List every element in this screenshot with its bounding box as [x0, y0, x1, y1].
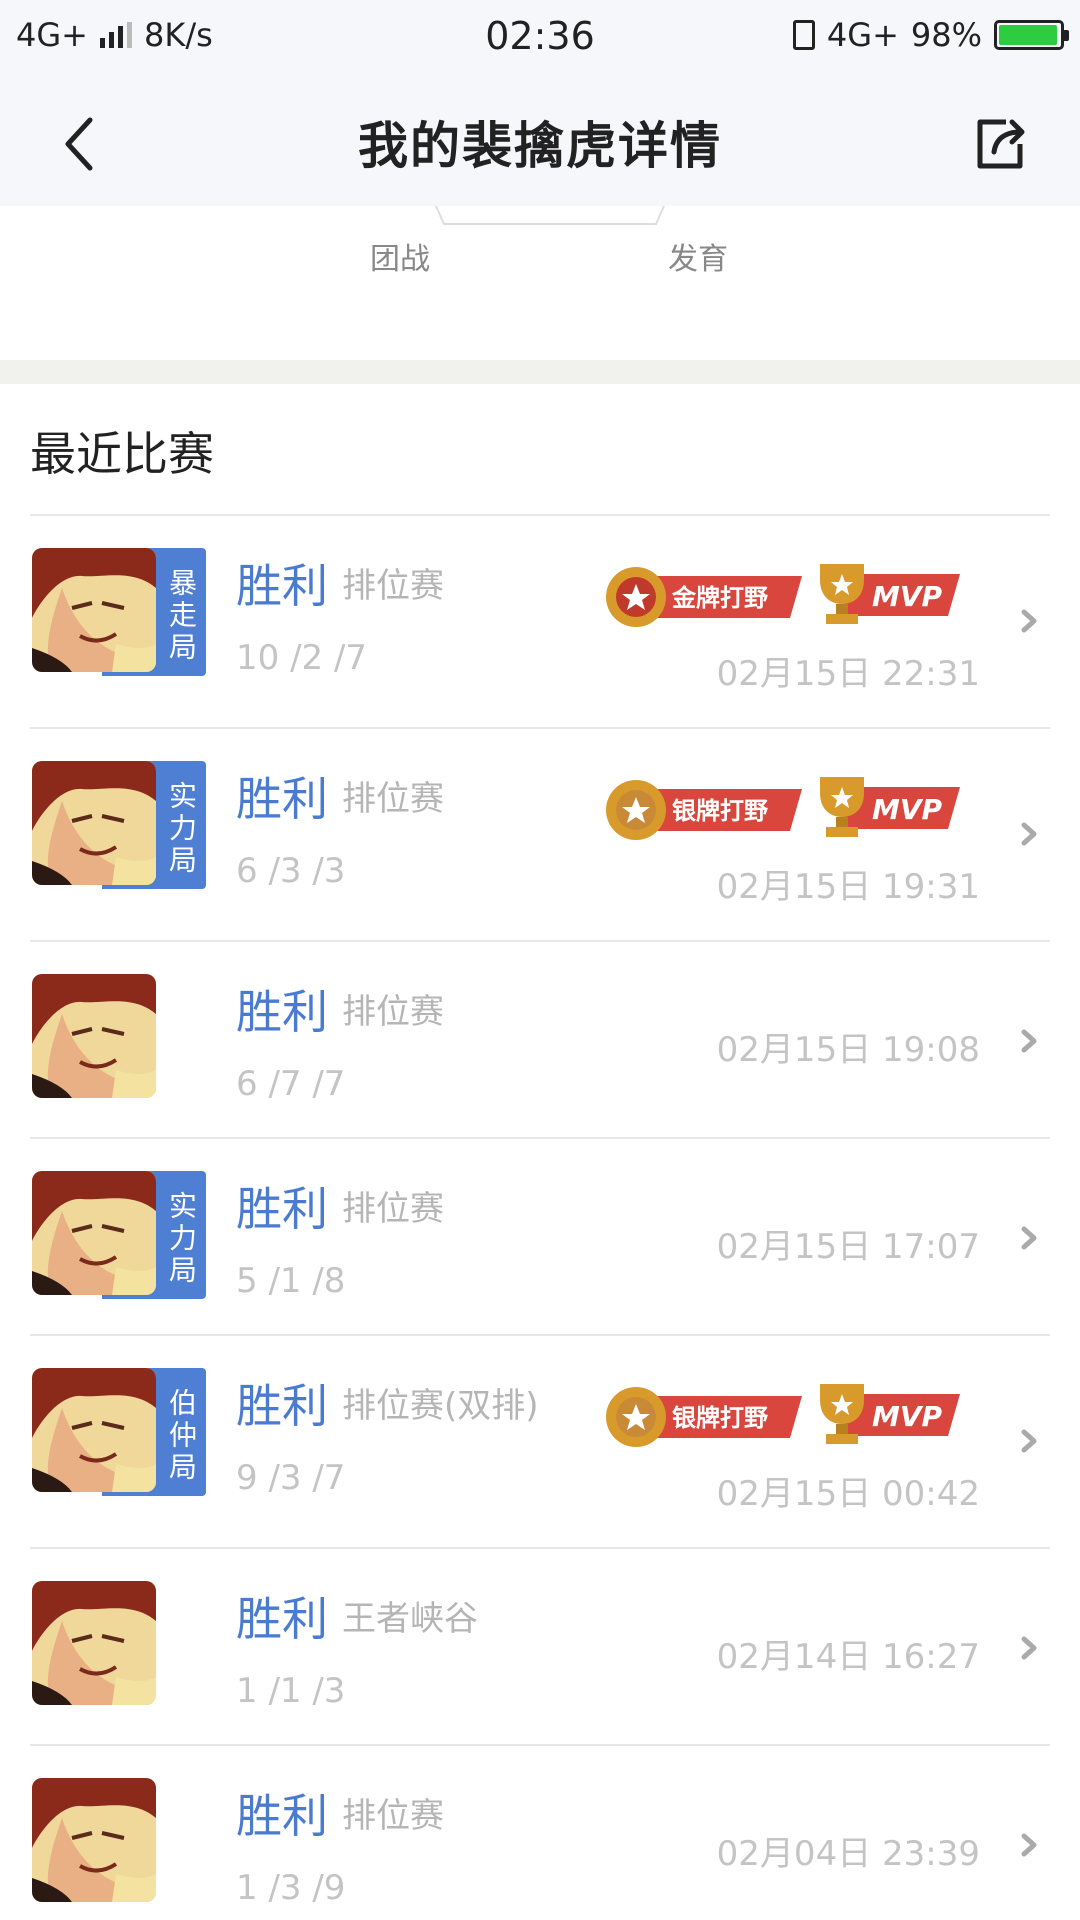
chevron-right-icon: [1021, 1226, 1037, 1250]
match-row[interactable]: 暴走局 胜利 排位赛 10 /2 /7 金牌打野 MVP 02月15日 22:3…: [30, 516, 1050, 729]
chevron-right-icon: [1021, 822, 1037, 846]
match-kda: 1 /3 /9: [236, 1868, 346, 1908]
match-row[interactable]: 实力局 胜利 排位赛 5 /1 /8 02月15日 17:07: [30, 1139, 1050, 1336]
match-result: 胜利: [236, 985, 328, 1039]
jungle-badge-label: 银牌打野: [672, 1404, 768, 1432]
match-mode: 排位赛: [342, 566, 444, 606]
silver-jungle-badge: 银牌打野: [606, 1387, 802, 1447]
match-row[interactable]: 实力局 胜利 排位赛 6 /3 /3 银牌打野 MVP 02月15日 19:31: [30, 729, 1050, 942]
mvp-badge: MVP: [820, 564, 960, 624]
match-mode: 排位赛(双排): [342, 1386, 539, 1426]
mvp-label: MVP: [872, 1400, 943, 1433]
radar-chart-area: 团战 发育: [0, 206, 1080, 360]
chevron-right-icon: [1021, 609, 1037, 633]
mvp-badge: MVP: [820, 1384, 960, 1444]
status-bar: 4G+ 8K/s 02:36 4G+ 98%: [0, 0, 1080, 76]
match-mode: 排位赛: [342, 1796, 444, 1836]
gold-jungle-badge: 金牌打野: [606, 567, 802, 627]
chevron-right-icon: [1021, 1429, 1037, 1453]
match-result: 胜利: [236, 772, 328, 826]
jungle-badge-label: 金牌打野: [671, 584, 768, 612]
hero-avatar: [32, 548, 156, 672]
match-tag: 伯仲局: [156, 1368, 206, 1496]
match-tag: 实力局: [156, 761, 206, 889]
match-mode: 排位赛: [342, 1189, 444, 1229]
hero-avatar: [32, 1581, 156, 1705]
battery-icon: [994, 20, 1069, 50]
match-date: 02月15日 19:31: [716, 867, 980, 907]
page-title: 我的裴擒虎详情: [358, 117, 722, 175]
match-kda: 6 /3 /3: [236, 851, 346, 891]
radar-chart-edge: [435, 206, 665, 225]
match-result: 胜利: [236, 1182, 328, 1236]
chevron-right-icon: [1021, 1833, 1037, 1857]
match-date: 02月14日 16:27: [716, 1637, 980, 1677]
match-tag: 暴走局: [156, 548, 206, 676]
mvp-label: MVP: [872, 793, 943, 826]
match-mode: 王者峡谷: [342, 1599, 478, 1639]
radar-label-farming: 发育: [668, 242, 728, 277]
section-title: 最近比赛: [30, 427, 214, 481]
match-date: 02月15日 17:07: [716, 1227, 980, 1267]
match-kda: 10 /2 /7: [236, 638, 368, 678]
nav-bar: 我的裴擒虎详情: [0, 76, 1080, 206]
match-result: 胜利: [236, 1592, 328, 1646]
silver-jungle-badge: 银牌打野: [606, 780, 802, 840]
radar-label-teamfight: 团战: [370, 242, 430, 277]
chevron-right-icon: [1021, 1029, 1037, 1053]
hero-avatar: [32, 1368, 156, 1492]
match-row[interactable]: 胜利 排位赛 6 /7 /7 02月15日 19:08: [30, 942, 1050, 1139]
section-divider: [0, 360, 1080, 384]
match-date: 02月15日 19:08: [716, 1030, 980, 1070]
match-row[interactable]: 胜利 排位赛 1 /3 /9 02月04日 23:39: [30, 1746, 1050, 1920]
match-kda: 1 /1 /3: [236, 1671, 346, 1711]
battery-label: 98%: [910, 16, 982, 54]
hero-avatar: [32, 974, 156, 1098]
match-kda: 6 /7 /7: [236, 1064, 346, 1104]
match-result: 胜利: [236, 559, 328, 613]
status-right: 4G+ 98%: [792, 16, 1069, 54]
vibrate-icon: [792, 20, 815, 50]
hero-avatar: [32, 1171, 156, 1295]
match-row[interactable]: 伯仲局 胜利 排位赛(双排) 9 /3 /7 银牌打野 MVP 02月15日 0…: [30, 1336, 1050, 1549]
match-tag: 实力局: [156, 1171, 206, 1299]
hero-avatar: [32, 761, 156, 885]
match-mode: 排位赛: [342, 779, 444, 819]
match-kda: 5 /1 /8: [236, 1261, 346, 1301]
match-row[interactable]: 胜利 王者峡谷 1 /1 /3 02月14日 16:27: [30, 1549, 1050, 1746]
match-list: 暴走局 胜利 排位赛 10 /2 /7 金牌打野 MVP 02月15日 22:3…: [0, 516, 1080, 1920]
jungle-badge-label: 银牌打野: [672, 797, 768, 825]
network-right-label: 4G+: [826, 16, 899, 54]
match-kda: 9 /3 /7: [236, 1458, 346, 1498]
chevron-right-icon: [1021, 1636, 1037, 1660]
match-date: 02月04日 23:39: [716, 1834, 980, 1874]
share-icon[interactable]: [972, 114, 1032, 174]
match-result: 胜利: [236, 1789, 328, 1843]
match-mode: 排位赛: [342, 992, 444, 1032]
match-result: 胜利: [236, 1379, 328, 1433]
match-date: 02月15日 00:42: [716, 1474, 980, 1514]
match-date: 02月15日 22:31: [716, 654, 980, 694]
mvp-label: MVP: [872, 580, 943, 613]
hero-avatar: [32, 1778, 156, 1902]
mvp-badge: MVP: [820, 777, 960, 837]
